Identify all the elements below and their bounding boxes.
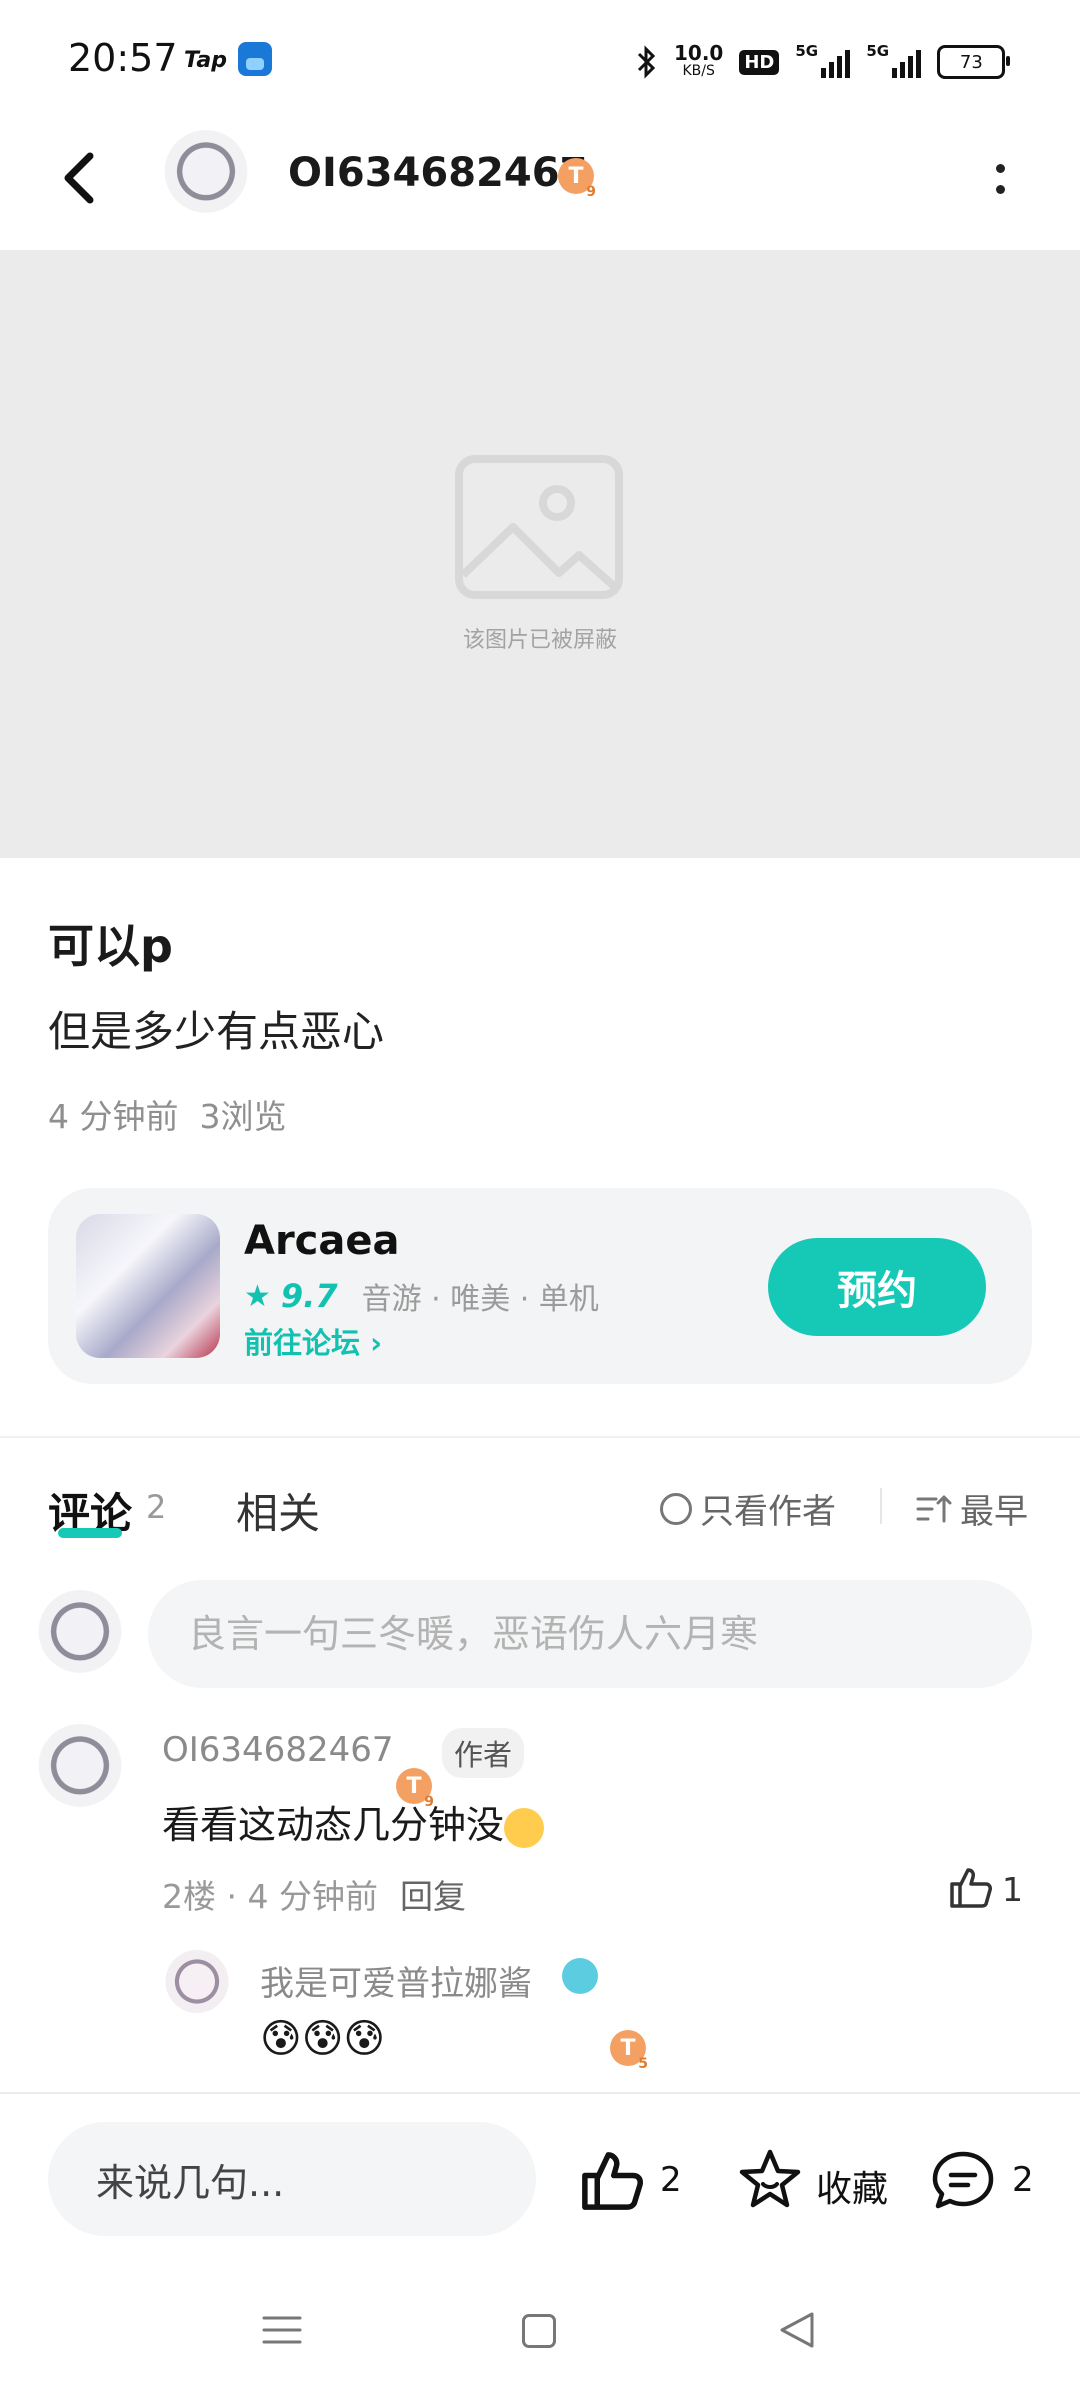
sim1-label: 5G [795, 42, 819, 60]
smiley-emoji-icon [504, 1807, 545, 1848]
comment-reply-button[interactable]: 回复 [400, 1870, 466, 1918]
game-rating: 9.7 [280, 1277, 338, 1315]
battery-icon: 73 [937, 45, 1011, 79]
signal-icon: 5G [795, 42, 851, 78]
status-time: 20:57 [68, 36, 178, 80]
comment-avatar[interactable] [34, 1724, 126, 1816]
comment-text: 看看这动态几分钟没 [162, 1803, 505, 1847]
hd-icon: HD [739, 49, 780, 75]
comment-meta: 2楼 · 4 分钟前 [162, 1877, 378, 1916]
author-only-label: 只看作者 [700, 1492, 836, 1532]
sort-label: 最早 [960, 1492, 1028, 1532]
tab-active-indicator [58, 1528, 122, 1538]
reply-avatar[interactable] [162, 1950, 232, 2020]
sim2-label: 5G [866, 42, 890, 60]
my-avatar [34, 1590, 126, 1682]
post-title: 可以p [48, 919, 173, 973]
author-only-toggle[interactable]: 只看作者 [660, 1484, 836, 1533]
image-placeholder-icon [455, 455, 623, 599]
nav-home-icon[interactable] [522, 2314, 556, 2348]
bluetooth-icon [637, 45, 656, 79]
tab-separator [880, 1488, 882, 1524]
radio-circle-icon [660, 1492, 692, 1525]
author-username[interactable]: OI634682467 [288, 150, 587, 196]
reserve-button[interactable]: 预约 [768, 1238, 986, 1336]
nav-menu-icon[interactable] [262, 2312, 302, 2348]
network-speed: 10.0 KB/S [674, 41, 724, 80]
section-divider [0, 1436, 1080, 1438]
signal-icon-2: 5G [866, 42, 922, 78]
author-avatar[interactable] [160, 130, 252, 222]
post-body: 但是多少有点恶心 [48, 1007, 385, 1056]
comment-bubble-icon[interactable] [930, 2148, 996, 2214]
post-time: 4 分钟前 [48, 1097, 179, 1136]
post-meta: 4 分钟前 3浏览 [48, 1090, 286, 1138]
blocked-image-text: 该图片已被屏蔽 [462, 628, 617, 653]
game-icon[interactable] [76, 1214, 220, 1358]
level-badge-icon: T5 [610, 2030, 648, 2072]
forum-link[interactable]: 前往论坛 › [244, 1320, 382, 1362]
post-comment-count: 2 [1012, 2160, 1034, 2200]
battery-level: 73 [959, 51, 983, 73]
comment-input[interactable] [148, 1580, 1032, 1688]
reply-text: 😰😰😰 [260, 2016, 386, 2062]
game-name[interactable]: Arcaea [244, 1218, 400, 1264]
bilibili-app-icon [238, 42, 272, 76]
star-favorite-icon[interactable] [736, 2146, 804, 2214]
post-like-count: 2 [660, 2160, 682, 2200]
status-bar: 20:57 Tap 10.0 KB/S HD 5G 5G 73 [0, 0, 1080, 120]
game-tags: 音游 · 唯美 · 单机 [361, 1282, 599, 1317]
speed-value: 10.0 [674, 41, 724, 65]
sort-button[interactable]: 最早 [916, 1484, 1028, 1533]
bottom-comment-input[interactable]: 来说几句... [48, 2122, 536, 2236]
thumbs-up-icon[interactable] [578, 2148, 644, 2214]
author-badge: 作者 [442, 1728, 525, 1778]
game-rating-row: ★ 9.7 音游 · 唯美 · 单机 [244, 1274, 599, 1318]
star-icon: ★ [244, 1278, 271, 1314]
sort-icon [916, 1495, 952, 1522]
comment-like-count: 1 [1002, 1870, 1023, 1909]
back-arrow-icon[interactable] [58, 148, 102, 208]
tab-related[interactable]: 相关 [236, 1480, 320, 1541]
status-indicators: 10.0 KB/S HD 5G 5G 73 [636, 41, 1011, 82]
creator-badge-icon [562, 1958, 598, 1994]
post-views: 3浏览 [199, 1097, 287, 1136]
comment-text-row: 看看这动态几分钟没 [162, 1794, 545, 1849]
level-badge-icon: T9 [558, 158, 596, 200]
more-options-icon[interactable] [996, 164, 1006, 200]
favorite-label[interactable]: 收藏 [816, 2160, 888, 2212]
reply-username[interactable]: 我是可爱普拉娜酱 [260, 1956, 532, 2005]
tap-app-icon: Tap [184, 48, 227, 73]
speed-unit: KB/S [682, 63, 715, 79]
comments-count: 2 [146, 1488, 167, 1526]
nav-back-icon[interactable] [778, 2310, 816, 2350]
comment-username[interactable]: OI634682467 [162, 1730, 393, 1770]
thumbs-up-icon[interactable] [946, 1864, 994, 1912]
